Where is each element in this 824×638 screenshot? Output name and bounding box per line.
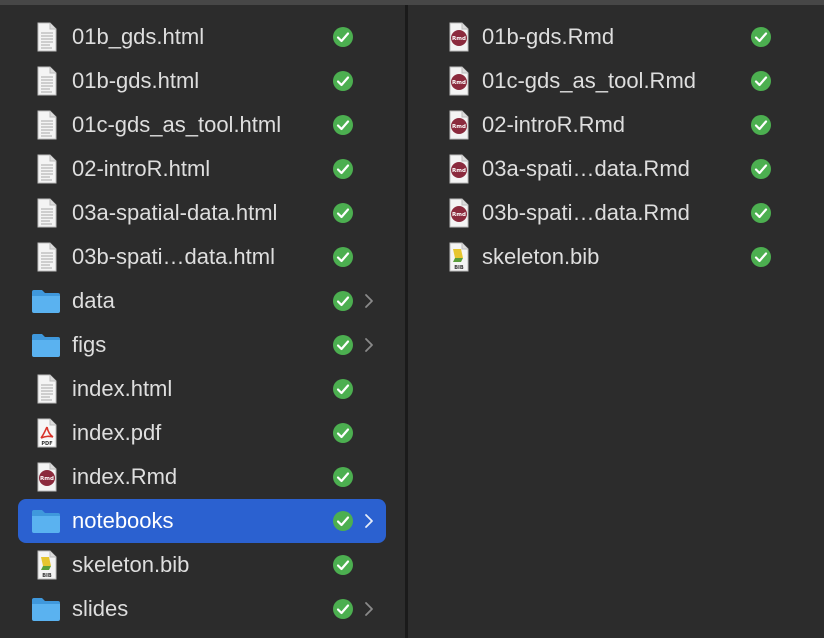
- chevron-right-icon: [365, 602, 373, 616]
- file-name: 03b-spati…data.html: [72, 244, 275, 269]
- file-row[interactable]: 02-introR.html: [18, 147, 386, 191]
- synced-check-icon: [751, 115, 771, 135]
- synced-check-icon: [751, 203, 771, 223]
- file-row[interactable]: BIB skeleton.bib: [426, 235, 806, 279]
- synced-check-icon: [333, 423, 353, 443]
- folder-name: data: [72, 288, 115, 313]
- synced-check-icon: [751, 27, 771, 47]
- finder-column-parent[interactable]: 01b_gds.html 01b-gds.html 01c-gds_as_too…: [0, 5, 405, 638]
- file-name: 01b-gds.Rmd: [482, 24, 615, 49]
- svg-text:Rmd: Rmd: [452, 80, 466, 86]
- folder-row-figs[interactable]: figs: [18, 323, 386, 367]
- svg-text:Rmd: Rmd: [452, 168, 466, 174]
- chevron-right-icon: [365, 294, 373, 308]
- folder-name: notebooks: [72, 508, 174, 533]
- file-name: 01c-gds_as_tool.Rmd: [482, 68, 697, 93]
- synced-check-icon: [333, 27, 353, 47]
- file-row[interactable]: index.html: [18, 367, 386, 411]
- file-row[interactable]: Rmd 01b-gds.Rmd: [426, 15, 806, 59]
- svg-text:PDF: PDF: [41, 441, 52, 447]
- svg-text:Rmd: Rmd: [452, 212, 466, 218]
- folder-icon: [32, 598, 60, 621]
- html-file-icon: [37, 22, 57, 52]
- synced-check-icon: [751, 159, 771, 179]
- file-name: 03a-spati…data.Rmd: [482, 156, 690, 181]
- file-name: skeleton.bib: [72, 552, 190, 577]
- synced-check-icon: [333, 467, 353, 487]
- rmd-file-icon: Rmd: [449, 22, 469, 52]
- svg-text:Rmd: Rmd: [452, 124, 466, 130]
- file-name: index.pdf: [72, 420, 162, 445]
- html-file-icon: [37, 242, 57, 272]
- file-name: 03a-spatial-data.html: [72, 200, 278, 225]
- folder-icon: [32, 290, 60, 313]
- file-name: skeleton.bib: [482, 244, 600, 269]
- rmd-file-icon: Rmd: [449, 154, 469, 184]
- folder-icon: [32, 334, 60, 357]
- synced-check-icon: [333, 115, 353, 135]
- pdf-file-icon: PDF: [37, 418, 57, 448]
- file-name: 02-introR.html: [72, 156, 211, 181]
- file-row[interactable]: 01c-gds_as_tool.html: [18, 103, 386, 147]
- synced-check-icon: [333, 203, 353, 223]
- synced-check-icon: [333, 159, 353, 179]
- folder-row-slides[interactable]: slides: [18, 587, 386, 631]
- synced-check-icon: [333, 335, 353, 355]
- file-row[interactable]: Rmd 03b-spati…data.Rmd: [426, 191, 806, 235]
- file-row[interactable]: BIB skeleton.bib: [18, 543, 386, 587]
- synced-check-icon: [333, 247, 353, 267]
- file-name: 02-introR.Rmd: [482, 112, 626, 137]
- file-name: 01b_gds.html: [72, 24, 205, 49]
- file-row[interactable]: 03a-spatial-data.html: [18, 191, 386, 235]
- finder-column-notebooks[interactable]: Rmd 01b-gds.Rmd Rmd 01c-gds_as_tool.Rmd …: [408, 5, 824, 638]
- folder-name: slides: [72, 596, 129, 621]
- rmd-file-icon: Rmd: [37, 462, 57, 492]
- chevron-right-icon: [365, 338, 373, 352]
- folder-name: figs: [72, 332, 107, 357]
- folder-icon: [32, 510, 60, 533]
- rmd-file-icon: Rmd: [449, 110, 469, 140]
- file-row[interactable]: 01b_gds.html: [18, 15, 386, 59]
- rmd-file-icon: Rmd: [449, 66, 469, 96]
- svg-text:Rmd: Rmd: [40, 476, 54, 482]
- synced-check-icon: [333, 599, 353, 619]
- bib-file-icon: BIB: [37, 550, 57, 580]
- synced-check-icon: [333, 555, 353, 575]
- file-row[interactable]: Rmd index.Rmd: [18, 455, 386, 499]
- file-name: 01c-gds_as_tool.html: [72, 112, 282, 137]
- file-row[interactable]: Rmd 02-introR.Rmd: [426, 103, 806, 147]
- file-name: index.Rmd: [72, 464, 178, 489]
- synced-check-icon: [333, 511, 353, 531]
- file-row[interactable]: 01b-gds.html: [18, 59, 386, 103]
- html-file-icon: [37, 154, 57, 184]
- chevron-right-icon: [365, 514, 373, 528]
- html-file-icon: [37, 66, 57, 96]
- folder-row-notebooks-selected[interactable]: notebooks: [18, 499, 386, 543]
- bib-file-icon: BIB: [449, 242, 469, 272]
- synced-check-icon: [751, 71, 771, 91]
- svg-text:BIB: BIB: [42, 573, 52, 579]
- svg-text:Rmd: Rmd: [452, 36, 466, 42]
- synced-check-icon: [333, 291, 353, 311]
- file-row[interactable]: Rmd 03a-spati…data.Rmd: [426, 147, 806, 191]
- rmd-file-icon: Rmd: [449, 198, 469, 228]
- file-name: 03b-spati…data.Rmd: [482, 200, 690, 225]
- file-row[interactable]: Rmd 01c-gds_as_tool.Rmd: [426, 59, 806, 103]
- html-file-icon: [37, 110, 57, 140]
- svg-text:BIB: BIB: [454, 265, 464, 271]
- synced-check-icon: [333, 379, 353, 399]
- file-row[interactable]: PDF index.pdf: [18, 411, 386, 455]
- html-file-icon: [37, 198, 57, 228]
- file-row[interactable]: 03b-spati…data.html: [18, 235, 386, 279]
- file-name: 01b-gds.html: [72, 68, 200, 93]
- html-file-icon: [37, 374, 57, 404]
- synced-check-icon: [333, 71, 353, 91]
- file-name: index.html: [72, 376, 173, 401]
- synced-check-icon: [751, 247, 771, 267]
- folder-row-data[interactable]: data: [18, 279, 386, 323]
